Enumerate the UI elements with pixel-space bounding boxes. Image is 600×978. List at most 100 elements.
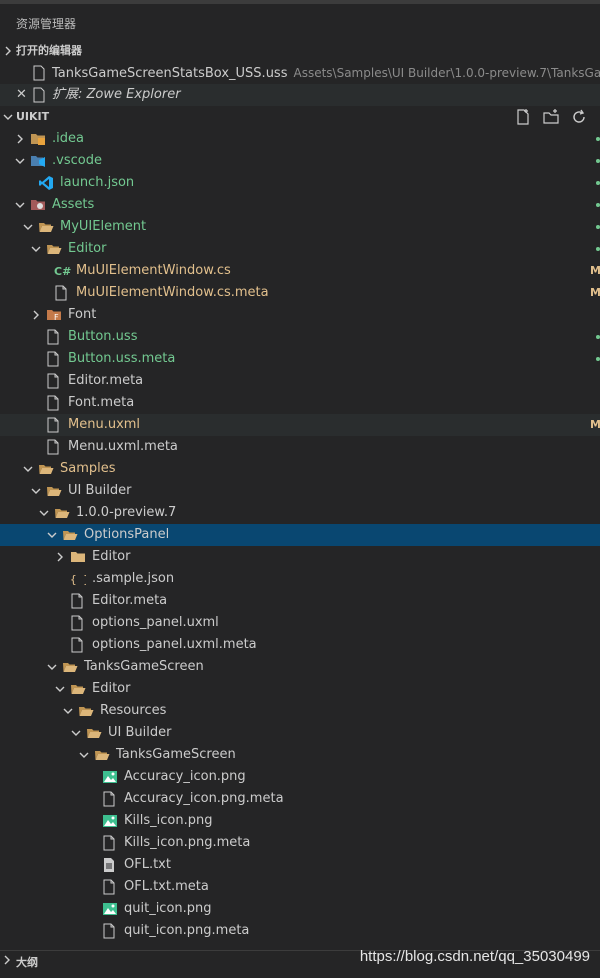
folder-idea-icon [30,128,46,150]
chevron-down-icon[interactable] [52,678,68,700]
tree-item[interactable]: OFL.txt.meta [0,876,600,898]
file-icon [70,612,86,634]
close-icon[interactable]: ✕ [16,84,27,106]
new-file-icon[interactable] [514,108,532,130]
chevron-down-icon[interactable] [68,722,84,744]
refresh-icon[interactable] [570,108,588,130]
tree-item[interactable]: C# MuUIElementWindow.cs M [0,260,600,282]
tree-item[interactable]: OptionsPanel [0,524,600,546]
svg-text:C#: C# [54,265,71,278]
chevron-right-icon[interactable] [52,546,68,568]
tree-item-label: Font [68,307,97,322]
tree-item[interactable]: Editor.meta [0,370,600,392]
tree-item-label: options_panel.uxml [92,615,219,630]
open-editor-item[interactable]: ✕ 扩展: Zowe Explorer [0,84,600,106]
tree-item[interactable]: .vscode [0,150,600,172]
chevron-down-icon[interactable] [12,150,28,172]
tree-item-label: quit_icon.png [124,901,212,916]
chevron-right-icon [0,40,16,62]
tree-item[interactable]: Editor.meta [0,590,600,612]
tree-item[interactable]: Samples [0,458,600,480]
file-icon [70,590,86,612]
folder-open-icon [62,524,78,546]
tree-item[interactable]: MuUIElementWindow.cs.meta M [0,282,600,304]
tree-item-label: .vscode [52,153,102,168]
tree-item[interactable]: Button.uss.meta [0,348,600,370]
tree-item[interactable]: UI Builder [0,480,600,502]
file-icon [32,84,48,106]
tree-item[interactable]: MyUIElement [0,216,600,238]
file-icon [54,282,70,304]
tree-item[interactable]: Editor [0,678,600,700]
tree-item[interactable]: TanksGameScreen [0,744,600,766]
tree-item[interactable]: UI Builder [0,722,600,744]
tree-item[interactable]: { } .sample.json [0,568,600,590]
tree-item[interactable]: Kills_icon.png.meta [0,832,600,854]
chevron-down-icon[interactable] [44,656,60,678]
workspace-header[interactable]: UIKIT [0,106,600,128]
tree-item[interactable]: options_panel.uxml [0,612,600,634]
folder-open-icon [38,216,54,238]
open-editors-header[interactable]: 打开的编辑器 [0,40,600,62]
tree-item[interactable]: quit_icon.png.meta [0,920,600,942]
tree-item-label: OFL.txt.meta [124,879,209,894]
tree-item[interactable]: launch.json [0,172,600,194]
tree-item[interactable]: Resources [0,700,600,722]
svg-text:F: F [54,313,59,322]
git-status-dot [596,137,600,141]
folder-open-icon [70,678,86,700]
tree-item-label: options_panel.uxml.meta [92,637,257,652]
tree-item[interactable]: Accuracy_icon.png [0,766,600,788]
tree-item[interactable]: Kills_icon.png [0,810,600,832]
new-folder-icon[interactable] [542,108,560,130]
tree-item-label: quit_icon.png.meta [124,923,250,938]
folder-open-icon [62,656,78,678]
git-status-badge: M [590,264,600,277]
chevron-down-icon[interactable] [36,502,52,524]
tree-item-label: Editor.meta [68,373,144,388]
tree-item-label: Accuracy_icon.png [124,769,246,784]
workspace-name: UIKIT [16,110,50,123]
chevron-down-icon[interactable] [28,238,44,260]
chevron-down-icon[interactable] [20,458,36,480]
outline-header: 大纲 [16,956,38,969]
tree-item[interactable]: options_panel.uxml.meta [0,634,600,656]
file-icon [102,832,118,854]
chevron-down-icon [0,106,16,128]
chevron-right-icon[interactable] [28,304,44,326]
tree-item-label: TanksGameScreen [84,659,204,674]
tree-item[interactable]: Menu.uxml M [0,414,600,436]
chevron-down-icon[interactable] [60,700,76,722]
tree-item[interactable]: Assets [0,194,600,216]
chevron-down-icon[interactable] [12,194,28,216]
tree-item[interactable]: .idea [0,128,600,150]
tree-item[interactable]: Editor [0,546,600,568]
chevron-down-icon[interactable] [44,524,60,546]
tree-item[interactable]: 1.0.0-preview.7 [0,502,600,524]
top-strip [0,0,600,4]
tree-item[interactable]: Font.meta [0,392,600,414]
tree-item[interactable]: OFL.txt [0,854,600,876]
tree-item-label: Editor.meta [92,593,168,608]
explorer-title: 资源管理器 [16,17,77,31]
tree-item-label: Samples [60,461,116,476]
chevron-right-icon[interactable] [12,128,28,150]
open-editor-item[interactable]: TanksGameScreenStatsBox_USS.uss Assets\Sa… [0,62,600,84]
folder-assets-icon [30,194,46,216]
tree-item[interactable]: Menu.uxml.meta [0,436,600,458]
file-icon [46,370,62,392]
tree-item[interactable]: Accuracy_icon.png.meta [0,788,600,810]
chevron-down-icon[interactable] [20,216,36,238]
tree-item[interactable]: TanksGameScreen [0,656,600,678]
tree-item-label: Editor [92,681,131,696]
tree-item[interactable]: Button.uss [0,326,600,348]
chevron-down-icon[interactable] [28,480,44,502]
tree-item[interactable]: quit_icon.png [0,898,600,920]
tree-item-label: UI Builder [68,483,132,498]
vscode-icon [38,172,54,194]
tree-item[interactable]: Editor [0,238,600,260]
tree-item[interactable]: F Font [0,304,600,326]
file-icon [70,634,86,656]
chevron-down-icon[interactable] [76,744,92,766]
folder-open-icon [38,458,54,480]
